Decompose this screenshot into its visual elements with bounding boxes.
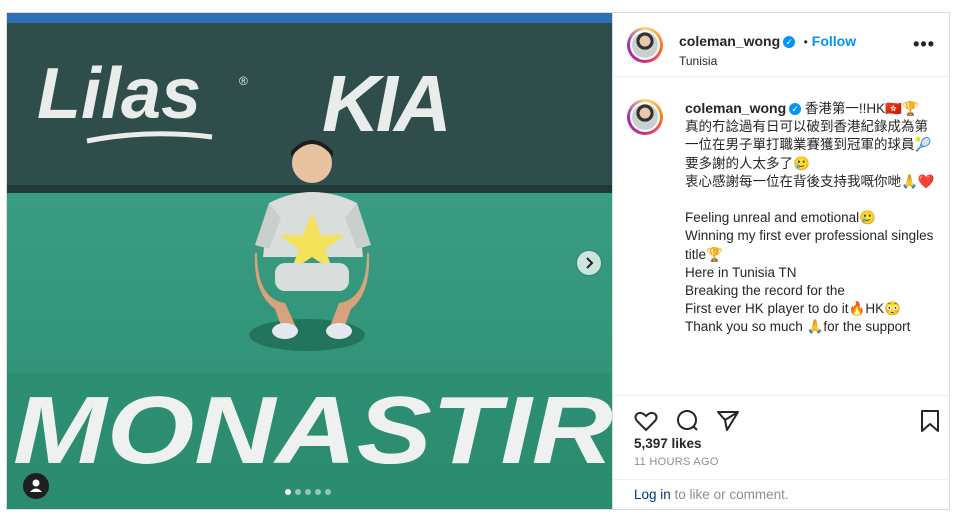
- carousel-dot: [305, 489, 311, 495]
- post-header: coleman_wong ✓ • Follow Tunisia •••: [613, 13, 949, 77]
- follow-button[interactable]: Follow: [812, 33, 856, 49]
- more-options-icon[interactable]: •••: [913, 35, 935, 53]
- tagged-users-button[interactable]: [23, 473, 49, 499]
- carousel-dot-active: [285, 489, 291, 495]
- post-timestamp[interactable]: 11 HOURS AGO: [634, 456, 719, 468]
- share-icon[interactable]: [715, 408, 741, 434]
- next-slide-button[interactable]: [577, 251, 601, 275]
- user-icon: [30, 479, 42, 492]
- like-heart-icon[interactable]: [633, 408, 659, 434]
- caption-username[interactable]: coleman_wong: [685, 100, 786, 116]
- likes-count[interactable]: 5,397 likes: [634, 436, 702, 451]
- post-card: Lilas ® KIA MONASTIR coleman_wong ✓ • Fo…: [6, 12, 950, 510]
- tennis-photo: Lilas ® KIA MONASTIR: [7, 13, 612, 509]
- svg-text:®: ®: [239, 74, 248, 88]
- caption-avatar[interactable]: [627, 99, 663, 135]
- login-prompt-text: to like or comment.: [670, 487, 789, 502]
- kia-logo: KIA: [322, 59, 448, 148]
- court-text: MONASTIR: [13, 377, 612, 484]
- carousel-dot: [325, 489, 331, 495]
- lilas-logo: Lilas: [37, 54, 201, 134]
- avatar[interactable]: [627, 27, 663, 63]
- bookmark-icon[interactable]: [919, 408, 941, 434]
- author-username[interactable]: coleman_wong: [679, 33, 780, 49]
- login-link[interactable]: Log in: [634, 487, 671, 502]
- caption: coleman_wong ✓ 香港第一!!HK🇭🇰🏆 真的冇諗過有日可以破到香港紀…: [685, 99, 935, 337]
- comment-icon[interactable]: [675, 408, 701, 434]
- caption-text: 香港第一!!HK🇭🇰🏆 真的冇諗過有日可以破到香港紀錄成為第一位在男子單打職業賽…: [685, 101, 935, 335]
- carousel-dot: [315, 489, 321, 495]
- verified-badge-icon: ✓: [789, 103, 802, 115]
- login-prompt: Log in to like or comment.: [613, 479, 949, 509]
- post-details: coleman_wong ✓ • Follow Tunisia ••• colema…: [612, 13, 949, 509]
- verified-badge-icon: ✓: [783, 36, 796, 48]
- chevron-right-icon: [586, 257, 594, 269]
- caption-section: coleman_wong ✓ 香港第一!!HK🇭🇰🏆 真的冇諗過有日可以破到香港紀…: [613, 77, 949, 395]
- carousel-dots: [285, 489, 331, 495]
- separator-dot: •: [803, 35, 808, 49]
- carousel-dot: [295, 489, 301, 495]
- post-location[interactable]: Tunisia: [679, 54, 717, 68]
- post-image[interactable]: Lilas ® KIA MONASTIR: [7, 13, 612, 509]
